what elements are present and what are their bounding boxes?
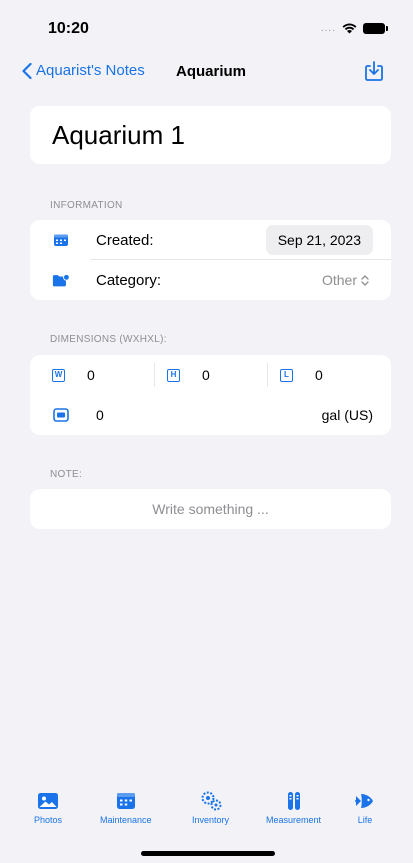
chevron-up-down-icon [361, 274, 369, 286]
created-date-picker[interactable]: Sep 21, 2023 [265, 225, 373, 255]
calendar-icon [116, 793, 135, 809]
battery-icon [363, 23, 388, 34]
wifi-icon [342, 23, 357, 34]
height-field[interactable]: H 0 [167, 355, 210, 395]
created-label: Created: [96, 231, 154, 249]
note-header: NOTE: [50, 469, 83, 480]
tab-label: Life [357, 815, 373, 825]
length-value: 0 [315, 367, 323, 383]
tab-label: Maintenance [100, 815, 152, 825]
calendar-icon [52, 231, 70, 249]
category-row: Category: Other [30, 260, 391, 300]
aquarium-name: Aquarium 1 [52, 119, 185, 150]
navigation-bar: Aquarist's Notes Aquarium [0, 56, 413, 88]
width-badge-icon: W [52, 368, 65, 382]
folder-badge-icon [52, 271, 70, 289]
volume-unit: gal (US) [321, 407, 373, 423]
category-label: Category: [96, 271, 162, 289]
height-badge-icon: H [167, 368, 180, 382]
home-indicator [141, 851, 275, 856]
note-field [30, 489, 391, 529]
gears-icon [201, 791, 222, 811]
tab-inventory[interactable]: Inventory [192, 790, 229, 825]
volume-row[interactable]: 0 gal (US) [30, 395, 391, 435]
length-badge-icon: L [280, 368, 293, 382]
dimensions-header: DIMENSIONS (WXHXL): [50, 334, 167, 345]
volume-value: 0 [96, 407, 104, 423]
created-row: Created: Sep 21, 2023 [30, 220, 391, 260]
back-button-label: Aquarist's Notes [36, 62, 145, 79]
dimensions-group: W 0 H 0 L 0 0 gal (US) [30, 355, 391, 435]
volume-icon [52, 406, 70, 424]
length-field[interactable]: L 0 [280, 355, 323, 395]
status-indicators: .... [320, 23, 388, 34]
status-bar: 10:20 .... [0, 0, 413, 52]
dimensions-row: W 0 H 0 L 0 [30, 355, 391, 395]
test-tubes-icon [287, 792, 300, 810]
tab-label: Inventory [192, 815, 230, 825]
information-group: Created: Sep 21, 2023 Category: Other [30, 220, 391, 300]
tab-label: Photos [34, 815, 63, 825]
signal-icon: .... [320, 23, 336, 34]
tab-measurement[interactable]: Measurement [266, 790, 321, 825]
width-field[interactable]: W 0 [52, 355, 95, 395]
category-picker[interactable]: Other [322, 272, 369, 288]
tab-maintenance[interactable]: Maintenance [100, 790, 152, 825]
status-time: 10:20 [48, 20, 89, 37]
tab-label: Measurement [266, 815, 322, 825]
back-button[interactable]: Aquarist's Notes [22, 62, 145, 79]
divider [267, 363, 268, 387]
tab-photos[interactable]: Photos [34, 790, 62, 825]
tab-life[interactable]: Life [353, 790, 377, 825]
chevron-left-icon [22, 62, 32, 79]
page-title: Aquarium [176, 63, 247, 80]
tab-bar: Photos Maintenance Inventory Measurement [0, 790, 413, 845]
information-header: INFORMATION [50, 200, 123, 211]
photo-icon [38, 793, 59, 809]
fish-icon [355, 794, 373, 808]
aquarium-name-field[interactable]: Aquarium 1 [30, 106, 391, 164]
download-icon[interactable] [363, 60, 385, 82]
note-input[interactable] [30, 489, 391, 529]
height-value: 0 [202, 367, 210, 383]
divider [154, 363, 155, 387]
category-value: Other [321, 272, 357, 288]
width-value: 0 [87, 367, 95, 383]
